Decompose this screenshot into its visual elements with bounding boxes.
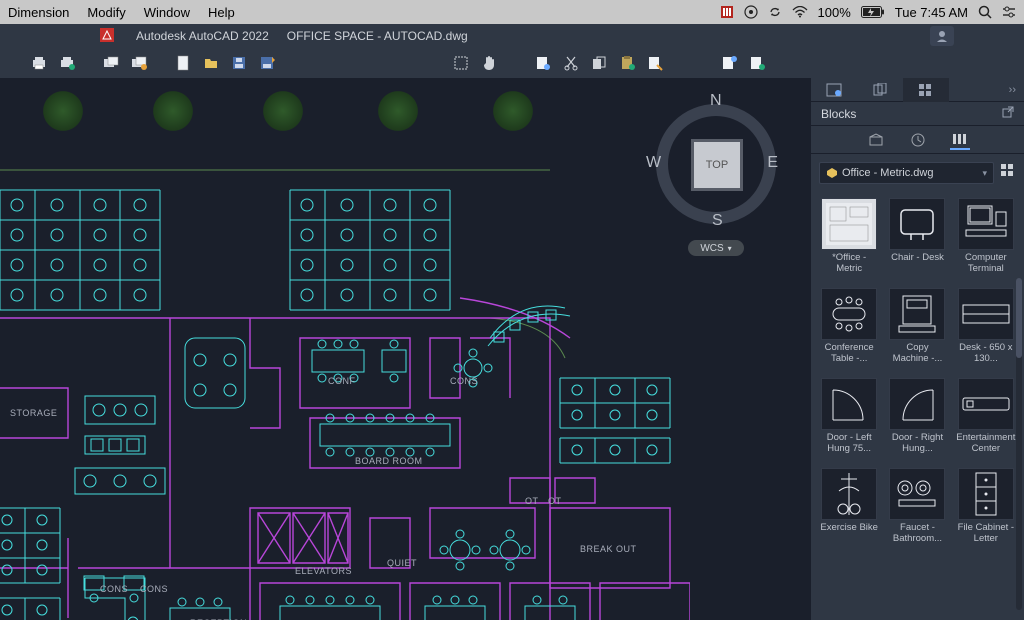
room-label-cons: CONS bbox=[450, 376, 478, 386]
match-icon[interactable] bbox=[646, 54, 664, 72]
menu-help[interactable]: Help bbox=[208, 5, 235, 20]
block-item[interactable]: Chair - Desk bbox=[885, 196, 949, 282]
menu-window[interactable]: Window bbox=[144, 5, 190, 20]
viewcube[interactable]: N S E W TOP WCS▾ bbox=[646, 88, 786, 248]
copy-icon[interactable] bbox=[590, 54, 608, 72]
tree-icon bbox=[150, 88, 196, 134]
blocks-library-dropdown[interactable]: Office - Metric.dwg▾ bbox=[819, 162, 994, 184]
palette-tab-properties-icon[interactable] bbox=[811, 78, 857, 102]
compass-s: S bbox=[712, 212, 723, 230]
publish-icon[interactable] bbox=[130, 54, 148, 72]
block-item[interactable]: Computer Terminal bbox=[954, 196, 1018, 282]
wifi-icon[interactable] bbox=[792, 6, 808, 18]
block-item[interactable]: Door - Right Hung... bbox=[885, 376, 949, 462]
battery-percent: 100% bbox=[818, 5, 851, 20]
block-item[interactable]: Entertainment Center bbox=[954, 376, 1018, 462]
palette-tab-sheets-icon[interactable] bbox=[857, 78, 903, 102]
battery-icon bbox=[861, 6, 885, 18]
room-label-elevators: ELEVATORS bbox=[295, 566, 352, 576]
pan-icon[interactable] bbox=[480, 54, 498, 72]
room-label-ot: OT bbox=[525, 496, 539, 506]
file-title: OFFICE SPACE - AUTOCAD.dwg bbox=[287, 29, 468, 43]
block-item[interactable]: Desk - 650 x 130... bbox=[954, 286, 1018, 372]
palette-title: Blocks bbox=[821, 107, 856, 121]
user-avatar-icon[interactable] bbox=[930, 26, 954, 46]
app-logo-icon bbox=[100, 28, 118, 45]
room-label-breakout: BREAK OUT bbox=[580, 544, 637, 554]
room-label-quiet: QUIET bbox=[387, 558, 417, 568]
block-item[interactable]: Conference Table -... bbox=[817, 286, 881, 372]
drawing-canvas[interactable]: STORAGE CONF BOARD ROOM ELEVATORS QUIET … bbox=[0, 78, 810, 620]
blocks-view-toggle-icon[interactable] bbox=[1000, 163, 1016, 184]
blocks-scrollbar[interactable] bbox=[1016, 278, 1022, 610]
block-item[interactable]: *Office - Metric bbox=[817, 196, 881, 282]
room-label-cons: CONS bbox=[140, 584, 168, 594]
blocks-palette: ›› Blocks Office - Metric.dwg▾ *Office -… bbox=[810, 78, 1024, 620]
menubar-clock: Tue 7:45 AM bbox=[895, 5, 968, 20]
sync-icon[interactable] bbox=[768, 5, 782, 19]
compass-n: N bbox=[710, 92, 722, 110]
palette-tab-blocks-icon[interactable] bbox=[903, 78, 949, 102]
save-icon[interactable] bbox=[230, 54, 248, 72]
open-icon[interactable] bbox=[202, 54, 220, 72]
control-center-icon[interactable] bbox=[1002, 5, 1016, 19]
compass-e: E bbox=[767, 154, 778, 172]
batch-plot-icon[interactable] bbox=[102, 54, 120, 72]
tree-icon bbox=[490, 88, 536, 134]
tree-icon bbox=[260, 88, 306, 134]
spotlight-icon[interactable] bbox=[978, 5, 992, 19]
block-item[interactable]: Door - Left Hung 75... bbox=[817, 376, 881, 462]
new-icon[interactable] bbox=[174, 54, 192, 72]
popout-icon[interactable] bbox=[1002, 106, 1014, 121]
viewcube-face-top[interactable]: TOP bbox=[694, 142, 740, 188]
room-label-conf: CONF bbox=[328, 376, 356, 386]
blocks-tab-recent-icon[interactable] bbox=[908, 130, 928, 150]
blocks-grid: *Office - Metric Chair - Desk Computer T… bbox=[811, 192, 1024, 620]
macos-menubar: Dimension Modify Window Help 100% Tue 7:… bbox=[0, 0, 1024, 24]
wcs-badge[interactable]: WCS▾ bbox=[688, 240, 744, 256]
palette-overflow-icon[interactable]: ›› bbox=[1001, 84, 1024, 96]
selection-icon[interactable] bbox=[452, 54, 470, 72]
status-circle-icon bbox=[744, 5, 758, 19]
room-label-cons: CONS bbox=[100, 584, 128, 594]
quick-access-toolbar bbox=[0, 48, 1024, 78]
print-icon[interactable] bbox=[30, 54, 48, 72]
paste-icon[interactable] bbox=[618, 54, 636, 72]
blocks-tab-current-icon[interactable] bbox=[866, 130, 886, 150]
block-item[interactable]: File Cabinet - Letter bbox=[954, 466, 1018, 552]
layer-icon[interactable] bbox=[534, 54, 552, 72]
app-title: Autodesk AutoCAD 2022 bbox=[136, 29, 269, 43]
plot-icon[interactable] bbox=[58, 54, 76, 72]
block-item[interactable]: Faucet - Bathroom... bbox=[885, 466, 949, 552]
app-titlebar: Autodesk AutoCAD 2022 OFFICE SPACE - AUT… bbox=[0, 24, 1024, 48]
room-label-ot: OT bbox=[548, 496, 562, 506]
room-label-storage: STORAGE bbox=[10, 408, 57, 418]
menu-dimension[interactable]: Dimension bbox=[8, 5, 69, 20]
menu-modify[interactable]: Modify bbox=[87, 5, 125, 20]
block-item[interactable]: Copy Machine -... bbox=[885, 286, 949, 372]
saveas-icon[interactable] bbox=[258, 54, 276, 72]
tree-icon bbox=[375, 88, 421, 134]
cloud-icon[interactable] bbox=[748, 54, 766, 72]
blocks-tab-libraries-icon[interactable] bbox=[950, 130, 970, 150]
tree-icon bbox=[40, 88, 86, 134]
block-item[interactable]: Exercise Bike bbox=[817, 466, 881, 552]
compass-w: W bbox=[646, 154, 661, 172]
status-indicator-red-icon bbox=[720, 5, 734, 19]
room-label-boardroom: BOARD ROOM bbox=[355, 456, 423, 466]
share-icon[interactable] bbox=[720, 54, 738, 72]
cut-icon[interactable] bbox=[562, 54, 580, 72]
